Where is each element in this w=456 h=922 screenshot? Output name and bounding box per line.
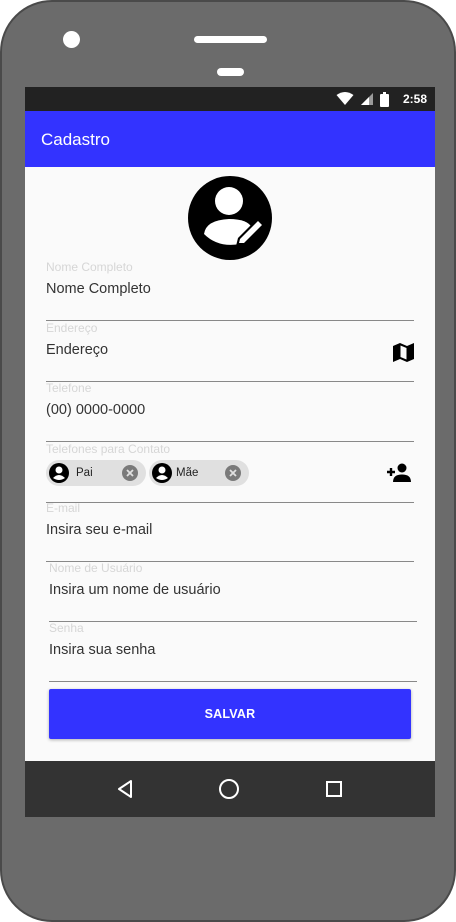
system-nav-bar: [25, 761, 435, 817]
wifi-icon: [336, 92, 354, 105]
contact-chip[interactable]: Pai: [46, 460, 146, 486]
recents-square-icon[interactable]: [322, 777, 346, 801]
close-icon[interactable]: [122, 465, 138, 481]
address-label: Endereço: [46, 321, 98, 335]
battery-icon: [379, 91, 389, 107]
map-icon[interactable]: [393, 343, 414, 362]
address-field[interactable]: Endereço Endereço: [46, 321, 414, 382]
app-bar-title: Cadastro: [41, 130, 110, 149]
account-circle-icon: [152, 463, 172, 483]
add-person-icon[interactable]: [386, 463, 412, 483]
username-field[interactable]: Nome de Usuário Insira um nome de usuári…: [49, 561, 417, 622]
full-name-field[interactable]: Nome Completo Nome Completo: [46, 260, 414, 321]
full-name-input[interactable]: Nome Completo: [46, 281, 151, 297]
username-label: Nome de Usuário: [49, 561, 143, 575]
full-name-label: Nome Completo: [46, 260, 133, 274]
address-input[interactable]: Endereço: [46, 342, 108, 358]
signal-icon: [360, 93, 373, 105]
account-circle-icon: [49, 463, 69, 483]
contact-chip-label: Pai: [76, 467, 93, 479]
password-label: Senha: [49, 621, 84, 635]
contact-chip[interactable]: Mãe: [149, 460, 249, 486]
device-screen: 2:58 Cadastro Nome Completo Nome Complet…: [25, 87, 435, 817]
status-bar: 2:58: [25, 87, 435, 111]
phone-frame: 2:58 Cadastro Nome Completo Nome Complet…: [0, 0, 456, 922]
earpiece-speaker: [194, 36, 267, 43]
account-circle-icon: [188, 176, 272, 260]
phone-input[interactable]: (00) 0000-0000: [46, 402, 145, 418]
back-triangle-icon[interactable]: [114, 777, 138, 801]
phone-label: Telefone: [46, 381, 92, 395]
proximity-sensor: [217, 68, 244, 76]
email-label: E-mail: [46, 501, 81, 515]
contact-chip-label: Mãe: [176, 467, 199, 479]
home-circle-icon[interactable]: [217, 777, 241, 801]
status-clock: 2:58: [402, 92, 427, 106]
password-input[interactable]: Insira sua senha: [49, 642, 155, 658]
profile-avatar-button[interactable]: [188, 176, 272, 260]
save-button-label: SALVAR: [204, 707, 256, 721]
password-field[interactable]: Senha Insira sua senha: [49, 621, 417, 682]
contacts-field: Telefones para Contato Pai Mãe: [46, 442, 414, 503]
save-button[interactable]: SALVAR: [49, 689, 411, 739]
phone-field[interactable]: Telefone (00) 0000-0000: [46, 381, 414, 442]
close-icon[interactable]: [225, 465, 241, 481]
email-field[interactable]: E-mail Insira seu e-mail: [46, 501, 414, 562]
app-bar: Cadastro: [25, 111, 435, 167]
email-input[interactable]: Insira seu e-mail: [46, 522, 152, 538]
contacts-label: Telefones para Contato: [46, 442, 171, 456]
front-camera: [63, 31, 80, 48]
username-input[interactable]: Insira um nome de usuário: [49, 582, 221, 598]
